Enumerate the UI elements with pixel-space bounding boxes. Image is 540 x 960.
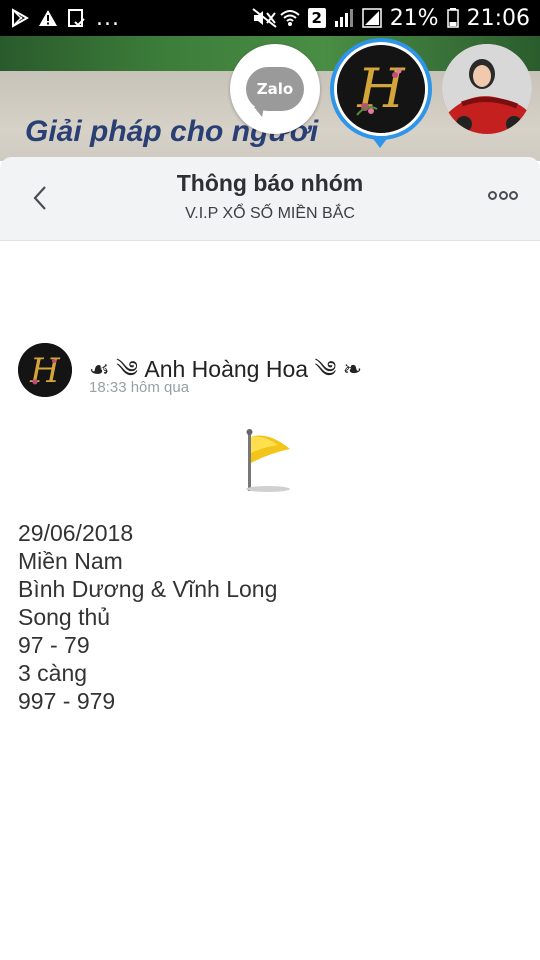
announcement-header: Thông báo nhóm V.I.P XỔ SỐ MIỀN BẮC [0, 157, 540, 241]
member-avatar[interactable] [442, 44, 532, 134]
mute-icon [252, 8, 277, 28]
status-bar: ... 2 21% 21:06 [0, 0, 540, 36]
status-bar-left: ... [10, 6, 120, 31]
author-avatar[interactable]: H [18, 343, 72, 397]
status-bar-right: 2 21% 21:06 [252, 6, 530, 31]
signal-2-icon [361, 8, 382, 28]
battery-icon [446, 8, 459, 28]
signal-icon [334, 8, 354, 28]
group-avatar-selected[interactable]: H [337, 45, 425, 133]
wifi-icon [280, 8, 300, 28]
clipboard-check-icon [66, 8, 86, 28]
zalo-logo-icon: Zalo [246, 67, 304, 117]
flag-icon [238, 427, 298, 497]
post-line-date: 29/06/2018 [18, 520, 134, 546]
more-dot-icon [498, 191, 508, 200]
post-line-region: Miền Nam [18, 548, 123, 574]
author-monogram-letter: H [29, 351, 61, 391]
more-dot-icon [509, 191, 518, 200]
play-store-icon [10, 8, 30, 28]
sim-badge: 2 [307, 8, 326, 28]
zalo-avatar[interactable]: Zalo [230, 44, 320, 134]
more-notifications: ... [96, 5, 120, 31]
warning-icon [38, 8, 58, 28]
battery-percent: 21% [389, 5, 439, 31]
status-time: 21:06 [466, 5, 530, 31]
monogram-h-icon: H [18, 343, 72, 397]
post-line-numbers-2: 997 - 979 [18, 688, 116, 714]
group-name: V.I.P XỔ SỐ MIỀN BẮC [185, 205, 355, 222]
page-title: Thông báo nhóm [176, 170, 364, 196]
monogram-h-icon: H [337, 45, 425, 133]
post-content: 29/06/2018 Miền Nam Bình Dương & Vĩnh Lo… [18, 519, 277, 715]
zalo-logo-label: Zalo [256, 80, 294, 98]
person-photo-icon [442, 44, 532, 134]
more-options-button[interactable] [488, 191, 518, 203]
group-announcement-card: Thông báo nhóm V.I.P XỔ SỐ MIỀN BẮC H ☙ … [0, 157, 540, 960]
post-line-numbers: 97 - 79 [18, 632, 90, 658]
post-line-provinces: Bình Dương & Vĩnh Long [18, 576, 278, 602]
selected-indicator-arrow [371, 136, 389, 148]
post-line-type: Song thủ [18, 604, 111, 630]
author-name[interactable]: ☙ ༄ Anh Hoàng Hoa ༄ ❧ [89, 344, 362, 409]
post-timestamp: 18:33 hôm qua [89, 379, 190, 396]
post-line-type-2: 3 càng [18, 660, 88, 686]
more-dot-icon [488, 191, 497, 200]
